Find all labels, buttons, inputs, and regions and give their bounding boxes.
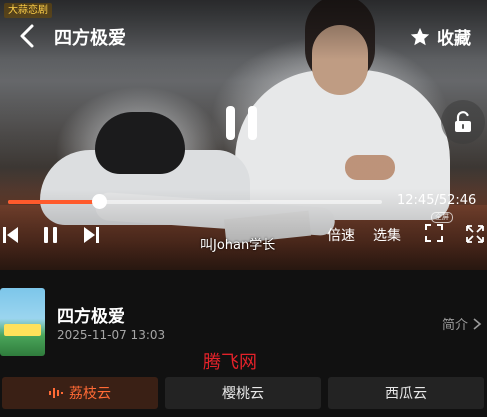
episodes-button[interactable]: 选集 bbox=[373, 225, 401, 245]
fullscreen-icon bbox=[425, 224, 443, 242]
source-tab-label: 樱桃云 bbox=[222, 386, 264, 402]
unlock-icon bbox=[455, 111, 471, 132]
video-player[interactable]: 大蒜恋剧 四方极爱 收藏 12:45/52:46 叫Johan学长 倍速 选集 … bbox=[0, 0, 487, 270]
poster-title-band bbox=[4, 324, 41, 336]
lock-screen-button[interactable] bbox=[441, 100, 485, 144]
show-title: 四方极爱 bbox=[57, 307, 125, 327]
source-tabs: 荔枝云 樱桃云 西瓜云 bbox=[2, 377, 485, 409]
progress-fill bbox=[8, 200, 99, 204]
source-tab-label: 荔枝云 bbox=[69, 386, 111, 402]
pause-button-center[interactable] bbox=[226, 106, 260, 140]
source-tab-lizhi[interactable]: 荔枝云 bbox=[2, 377, 158, 409]
app-logo: 大蒜恋剧 bbox=[4, 3, 52, 18]
time-display: 12:45/52:46 bbox=[397, 193, 477, 208]
expand-button[interactable] bbox=[465, 224, 485, 248]
progress-handle[interactable] bbox=[91, 194, 107, 209]
favorite-label: 收藏 bbox=[437, 29, 471, 49]
skip-previous-icon bbox=[3, 227, 18, 243]
pause-button[interactable] bbox=[42, 226, 60, 248]
audio-wave-icon bbox=[49, 388, 63, 398]
pause-icon bbox=[226, 106, 235, 140]
chevron-right-icon bbox=[473, 317, 482, 330]
video-title: 四方极爱 bbox=[54, 28, 126, 49]
star-icon bbox=[410, 27, 430, 45]
skip-next-icon bbox=[84, 227, 99, 243]
source-tab-label: 西瓜云 bbox=[385, 386, 427, 402]
show-date: 2025-11-07 13:03 bbox=[57, 328, 166, 342]
source-tab-yingtao[interactable]: 樱桃云 bbox=[165, 377, 321, 409]
expand-arrows-icon bbox=[466, 225, 484, 243]
site-watermark: 腾飞网 bbox=[203, 352, 257, 373]
intro-label: 简介 bbox=[442, 318, 469, 333]
source-tab-xigua[interactable]: 西瓜云 bbox=[328, 377, 484, 409]
favorite-button[interactable]: 收藏 bbox=[409, 24, 471, 49]
show-poster[interactable] bbox=[0, 288, 45, 356]
playback-speed-button[interactable]: 倍速 bbox=[327, 225, 355, 245]
fullscreen-badge: 全屏 bbox=[431, 212, 453, 223]
previous-button[interactable] bbox=[2, 225, 20, 249]
subtitle-text: 叫Johan学长 bbox=[200, 238, 276, 253]
back-button[interactable] bbox=[14, 22, 42, 50]
chevron-left-icon bbox=[20, 24, 34, 48]
progress-bar[interactable] bbox=[8, 194, 382, 209]
intro-link[interactable]: 简介 bbox=[442, 314, 482, 333]
pause-icon bbox=[44, 227, 57, 243]
fullscreen-button[interactable] bbox=[425, 224, 443, 246]
next-button[interactable] bbox=[82, 225, 100, 249]
